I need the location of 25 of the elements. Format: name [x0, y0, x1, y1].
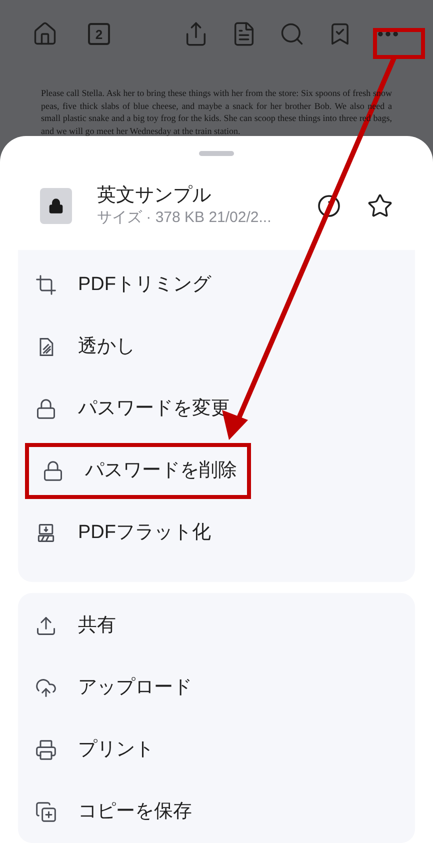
locked-file-icon	[40, 188, 72, 224]
search-button[interactable]	[279, 21, 305, 47]
menu-item[interactable]: プリント	[18, 722, 168, 778]
cloud-upload-icon	[35, 677, 57, 699]
home-button[interactable]	[32, 21, 58, 47]
crop-icon	[35, 274, 57, 296]
menu-item[interactable]: PDFフラット化	[18, 505, 225, 561]
file-title: 英文サンプル	[97, 184, 212, 208]
lock-icon	[42, 460, 64, 482]
lock-icon	[35, 398, 57, 420]
share-icon	[35, 615, 57, 637]
menu-item[interactable]: コピーを保存	[18, 784, 206, 840]
menu-item[interactable]: パスワードを削除	[25, 443, 251, 499]
favorite-button[interactable]	[367, 193, 393, 219]
drag-handle[interactable]	[199, 151, 234, 156]
flatten-icon	[35, 522, 57, 544]
menu-item[interactable]: PDFトリミング	[18, 257, 225, 313]
menu-item[interactable]: 透かし	[18, 319, 149, 375]
menu-item[interactable]: 共有	[18, 598, 130, 654]
printer-icon	[35, 739, 57, 761]
menu-item[interactable]: アップロード	[18, 660, 206, 716]
info-button[interactable]	[317, 194, 341, 218]
copy-plus-icon	[35, 801, 57, 823]
file-details: サイズ · 378 KB 21/02/2...	[97, 208, 272, 228]
highlight-frame	[373, 28, 425, 59]
